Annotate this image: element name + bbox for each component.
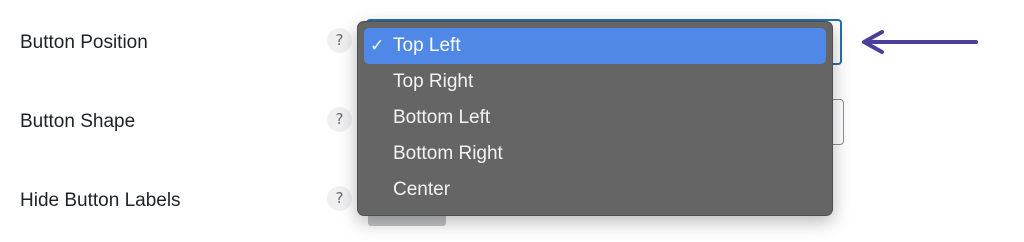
button-position-dropdown-menu: ✓ Top Left Top Right Bottom Left Bottom … xyxy=(357,21,833,216)
dropdown-option-label: Top Right xyxy=(393,71,474,92)
dropdown-option-label: Bottom Right xyxy=(393,143,503,164)
dropdown-option-top-left[interactable]: ✓ Top Left xyxy=(364,28,826,64)
button-shape-label: Button Shape xyxy=(20,111,136,132)
dropdown-option-label: Bottom Left xyxy=(393,107,491,128)
help-icon[interactable]: ? xyxy=(327,107,352,132)
dropdown-option-bottom-right[interactable]: Bottom Right xyxy=(364,136,826,172)
dropdown-option-label: Top Left xyxy=(393,35,461,56)
left-arrow-icon xyxy=(862,30,978,54)
dropdown-option-center[interactable]: Center xyxy=(364,172,826,208)
dropdown-option-top-right[interactable]: Top Right xyxy=(364,64,826,100)
button-position-label: Button Position xyxy=(20,32,148,53)
dropdown-option-label: Center xyxy=(393,179,451,200)
help-icon[interactable]: ? xyxy=(327,28,352,53)
checkmark-icon: ✓ xyxy=(370,36,385,56)
help-icon[interactable]: ? xyxy=(327,186,352,211)
hide-button-labels-label: Hide Button Labels xyxy=(20,190,181,211)
dropdown-option-bottom-left[interactable]: Bottom Left xyxy=(364,100,826,136)
